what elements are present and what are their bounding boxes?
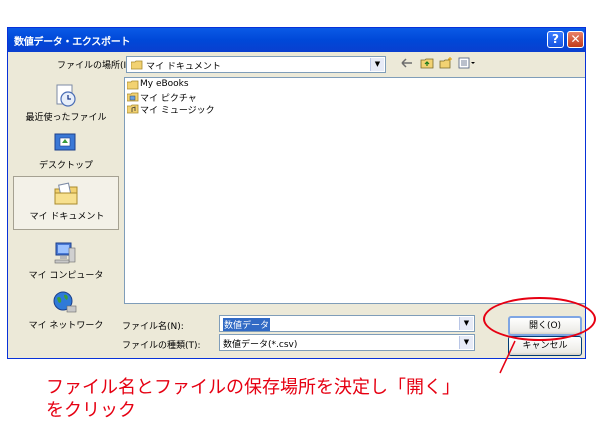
annotation-line-2: をクリック <box>46 400 136 421</box>
annotation-text: ファイル名とファイルの保存場所を決定し「開く」 をクリック <box>46 376 460 422</box>
annotation-pointer <box>499 340 516 374</box>
annotation-line-1: ファイル名とファイルの保存場所を決定し「開く」 <box>46 377 460 398</box>
